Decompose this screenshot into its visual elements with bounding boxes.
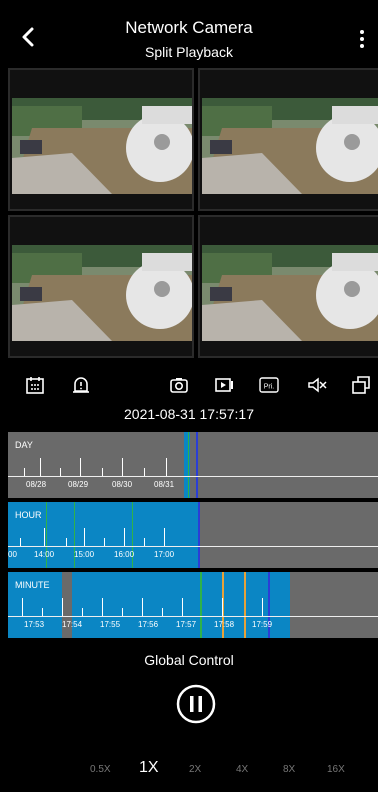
speed-option[interactable]: 16X [327,764,345,775]
speed-option[interactable]: 8X [283,764,295,775]
hour-tick [66,538,67,546]
speed-option[interactable]: 0.5X [90,764,111,775]
minute-tick [62,598,63,616]
camera-feed-3 [12,245,192,341]
minute-tick [182,598,183,616]
timeline-hour-label: HOUR [15,510,42,520]
rotate-icon[interactable] [350,374,372,396]
minute-tick-label: 17:57 [176,620,197,629]
camera-feed-1 [12,98,192,194]
hour-tick-label: 16:00 [114,550,135,559]
day-tick [80,458,81,476]
hour-tick [20,538,21,546]
minute-tick [102,598,103,616]
minute-tick [42,608,43,616]
playback-datetime: 2021-08-31 17:57:17 [124,406,254,422]
camera-feed-2 [202,98,378,194]
video-cell-1[interactable] [8,68,194,211]
minute-tick-label: 17:53 [24,620,45,629]
hour-tick [164,528,165,546]
camera-icon[interactable] [168,374,190,396]
day-tick-label: 08/30 [112,480,133,489]
video-cell-3[interactable] [8,215,194,358]
hour-tick-label: 00 [8,550,17,559]
global-control-label: Global Control [144,652,234,668]
speed-option[interactable]: 4X [236,764,248,775]
pri-icon[interactable]: Pri. [258,374,280,396]
minute-tick-label: 17:59 [252,620,273,629]
day-tick [144,468,145,476]
minute-tick [162,608,163,616]
mute-icon[interactable] [306,374,328,396]
playback-toolbar: Pri. [0,366,378,404]
record-icon[interactable] [214,374,236,396]
speed-option-selected[interactable]: 1X [139,759,159,777]
timeline-minute[interactable]: MINUTE 17:53 17:54 17:55 17:56 17:57 17:… [8,572,378,638]
alarm-icon[interactable] [70,374,92,396]
video-cell-4[interactable] [198,215,378,358]
minute-event-marker [244,572,246,638]
day-tick [102,468,103,476]
timeline-hour[interactable]: HOUR 00 14:00 15:00 16:00 17:00 [8,502,378,568]
timeline-minute-label: MINUTE [15,580,50,590]
speed-option[interactable]: 2X [189,764,201,775]
day-playhead [196,432,198,498]
day-record-segment [184,432,190,498]
day-event-marker [188,432,189,498]
hour-tick-label: 14:00 [34,550,55,559]
more-icon[interactable] [352,28,372,50]
camera-feed-4 [202,245,378,341]
day-tick [40,458,41,476]
timeline-day[interactable]: DAY 08/28 08/29 08/30 08/31 [8,432,378,498]
minute-tick [222,598,223,616]
svg-text:Pri.: Pri. [264,384,275,391]
minute-baseline [8,616,378,617]
minute-tick-label: 17:55 [100,620,121,629]
day-tick [122,458,123,476]
hour-tick [104,538,105,546]
day-tick [24,468,25,476]
speed-selector: 0.5X 1X 2X 4X 8X 16X [0,759,378,784]
minute-tick-label: 17:56 [138,620,159,629]
day-tick-label: 08/31 [154,480,175,489]
hour-tick-label: 17:00 [154,550,175,559]
day-tick [60,468,61,476]
minute-tick [262,598,263,616]
minute-tick-label: 17:58 [214,620,235,629]
pause-icon[interactable] [176,684,216,724]
timeline-day-label: DAY [15,440,33,450]
minute-tick [142,598,143,616]
video-grid [8,68,378,362]
calendar-icon[interactable] [24,374,46,396]
hour-tick [84,528,85,546]
minute-event-marker [200,572,202,638]
hour-tick [144,538,145,546]
page-subtitle: Split Playback [145,44,233,60]
minute-tick-label: 17:54 [62,620,83,629]
hour-tick-label: 15:00 [74,550,95,559]
hour-playhead [198,502,200,568]
page-title: Network Camera [125,18,253,37]
hour-tick [124,528,125,546]
hour-baseline [8,546,378,547]
minute-tick [82,608,83,616]
video-cell-2[interactable] [198,68,378,211]
header: Network Camera Split Playback [0,0,378,66]
day-tick-label: 08/29 [68,480,89,489]
hour-tick [44,528,45,546]
day-baseline [8,476,378,477]
day-tick [166,458,167,476]
day-tick-label: 08/28 [26,480,47,489]
minute-tick [122,608,123,616]
minute-tick [22,598,23,616]
